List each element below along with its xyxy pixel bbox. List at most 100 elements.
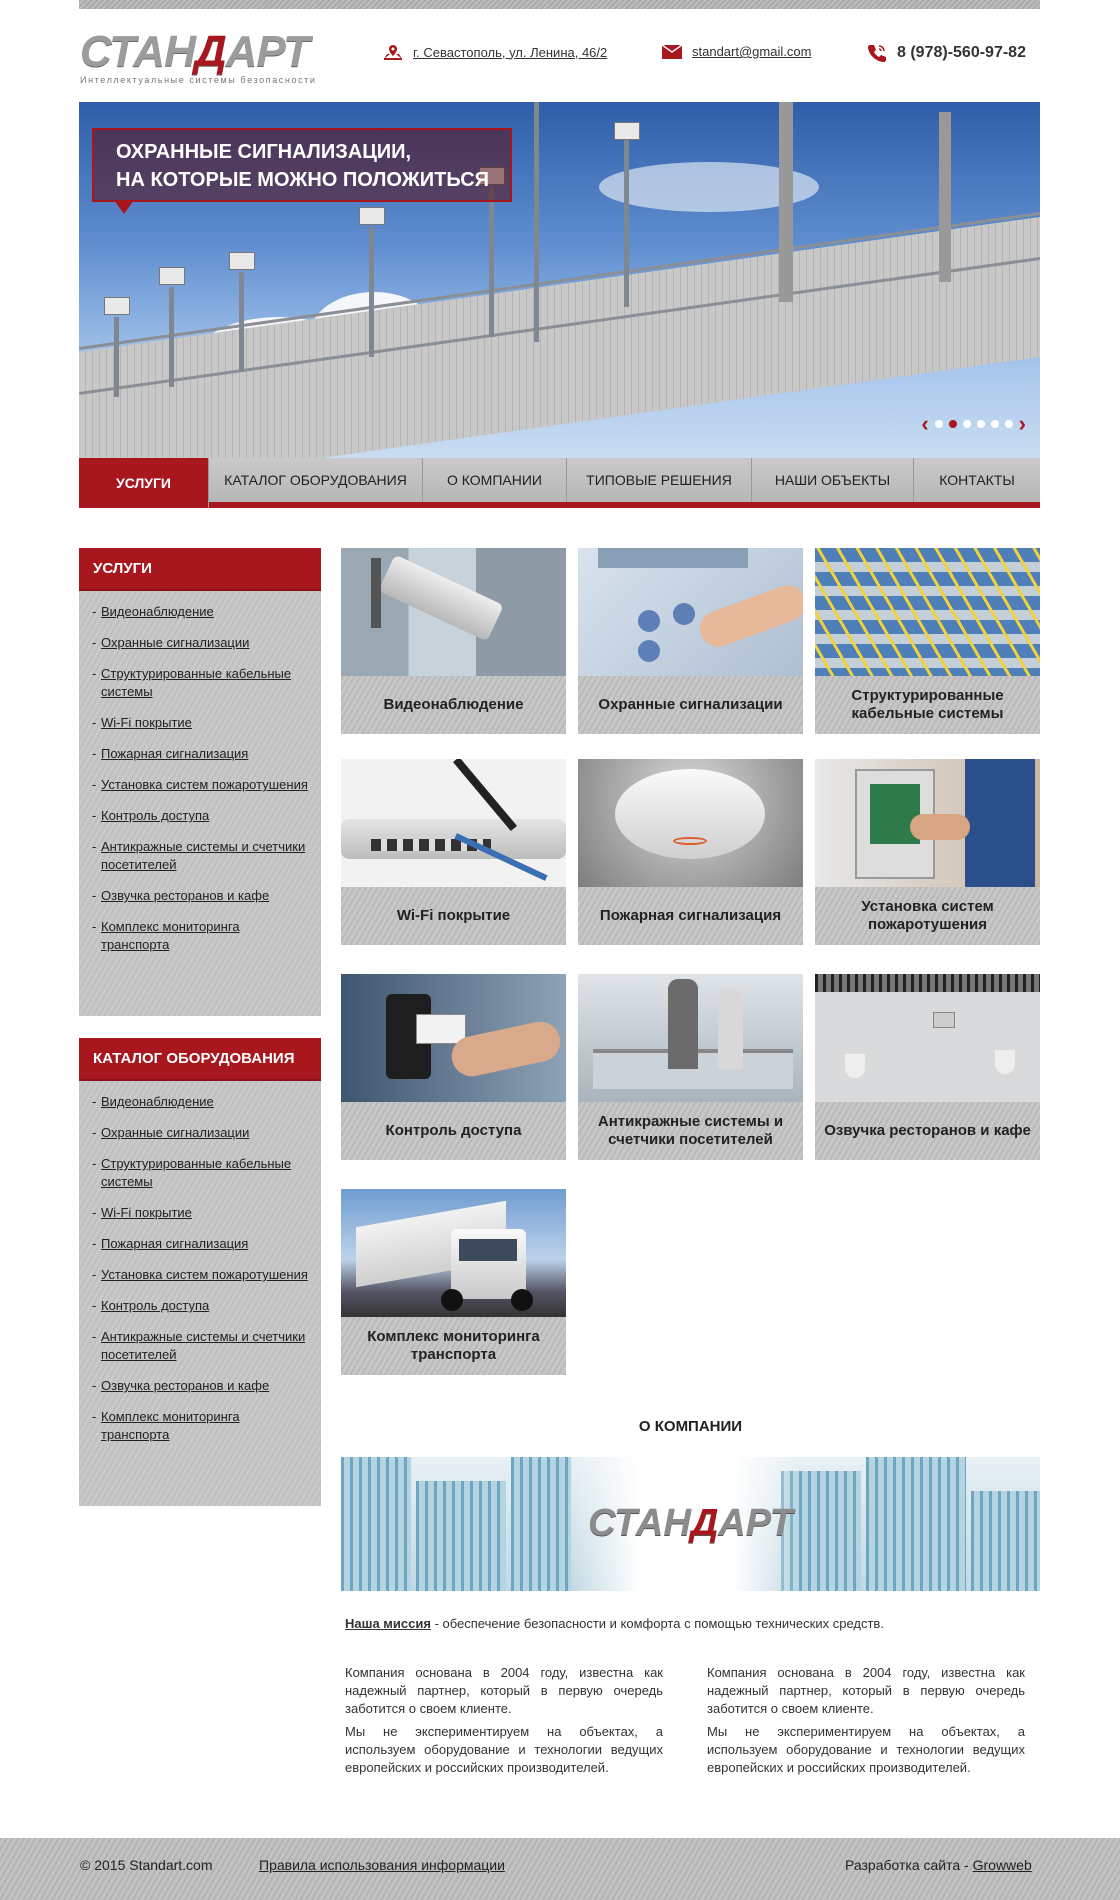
truck-image	[341, 1189, 566, 1317]
mission-text: - обеспечение безопасности и комфорта с …	[430, 1616, 884, 1631]
service-tile-transport[interactable]: Комплекс мониторинга транспорта	[341, 1189, 566, 1375]
sidebar-link[interactable]: Пожарная сигнализация	[101, 1236, 248, 1251]
footer-dev-link[interactable]: Growweb	[973, 1857, 1032, 1873]
hero-pole	[939, 112, 951, 282]
about-paragraph: Мы не экспериментируем на объектах, а ис…	[345, 1724, 663, 1775]
sidebar-item: Охранные сигнализации	[92, 1124, 311, 1142]
hero-caption-line1: ОХРАННЫЕ СИГНАЛИЗАЦИИ,	[116, 141, 412, 163]
sidebar-link[interactable]: Озвучка ресторанов и кафе	[101, 1378, 269, 1393]
hero-pole	[239, 272, 244, 372]
nav-item-catalog[interactable]: КАТАЛОГ ОБОРУДОВАНИЯ	[209, 458, 423, 502]
nav-item-objects[interactable]: НАШИ ОБЪЕКТЫ	[752, 458, 914, 502]
ceiling-speaker-image	[815, 974, 1040, 1102]
tile-caption: Озвучка ресторанов и кафе	[824, 1122, 1031, 1139]
sidebar-link[interactable]: Охранные сигнализации	[101, 635, 249, 650]
technician-image	[815, 759, 1040, 887]
sidebar-link[interactable]: Установка систем пожаротушения	[101, 777, 308, 792]
chevron-left-icon[interactable]: ‹	[921, 413, 928, 435]
nav-item-services[interactable]: УСЛУГИ	[79, 458, 209, 508]
about-title: О КОМПАНИИ	[638, 1418, 743, 1435]
logo[interactable]: СТАНДАРТ Интеллектуальные системы безопа…	[80, 30, 320, 86]
slider-dot[interactable]	[976, 420, 985, 428]
hero-pole	[169, 287, 174, 387]
hero-pole	[114, 317, 119, 397]
map-pin-icon	[383, 44, 403, 60]
tile-caption: Комплекс мониторинга транспорта	[367, 1328, 540, 1363]
footer-dev-label: Разработка сайта -	[845, 1857, 973, 1873]
sidebar-services-title: УСЛУГИ	[79, 548, 321, 591]
sidebar-link[interactable]: Охранные сигнализации	[101, 1125, 249, 1140]
about-paragraph: Мы не экспериментируем на объектах, а ис…	[707, 1724, 1025, 1775]
about-banner: СТАНДАРТ	[341, 1457, 1040, 1591]
hero-wall	[79, 216, 1040, 458]
sidebar-link[interactable]: Видеонаблюдение	[101, 604, 214, 619]
tile-caption: Структурированные кабельные системы	[851, 687, 1004, 722]
mission-label: Наша миссия	[345, 1616, 431, 1631]
email-link[interactable]: standart@gmail.com	[692, 44, 811, 59]
sidebar-link[interactable]: Установка систем пожаротушения	[101, 1267, 308, 1282]
service-tile-extinguishing[interactable]: Установка систем пожаротушения	[815, 759, 1040, 945]
hero-pole	[369, 227, 374, 357]
chevron-right-icon[interactable]: ›	[1019, 413, 1026, 435]
service-tile-antitheft[interactable]: Антикражные системы и счетчики посетител…	[578, 974, 803, 1160]
service-tile-wifi[interactable]: Wi-Fi покрытие	[341, 759, 566, 945]
sidebar-link[interactable]: Пожарная сигнализация	[101, 746, 248, 761]
slider-dot[interactable]	[934, 420, 943, 428]
phone-icon	[867, 43, 887, 63]
hero-caption-line2: НА КОТОРЫЕ МОЖНО ПОЛОЖИТЬСЯ	[116, 169, 490, 191]
phone-block: 8 (978)-560-97-82	[867, 43, 1026, 63]
tile-caption: Охранные сигнализации	[598, 696, 783, 713]
service-tile-restaurant-audio[interactable]: Озвучка ресторанов и кафе	[815, 974, 1040, 1160]
main-nav: УСЛУГИ КАТАЛОГ ОБОРУДОВАНИЯ О КОМПАНИИ Т…	[79, 458, 1040, 508]
slider-dot[interactable]	[990, 420, 999, 428]
about-column-right: Компания основана в 2004 году, известна …	[707, 1664, 1025, 1782]
sidebar-link[interactable]: Структурированные кабельные системы	[101, 1156, 291, 1189]
sidebar-item: Комплекс мониторинга транспорта	[92, 918, 311, 954]
sidebar-link[interactable]: Wi-Fi покрытие	[101, 1205, 192, 1220]
service-tile-alarm[interactable]: Охранные сигнализации	[578, 548, 803, 734]
sidebar-link[interactable]: Комплекс мониторинга транспорта	[101, 1409, 240, 1442]
nav-item-contacts[interactable]: КОНТАКТЫ	[914, 458, 1040, 502]
hero-pole	[779, 102, 793, 302]
footer-rules-link[interactable]: Правила использования информации	[259, 1857, 505, 1873]
sidebar-link[interactable]: Антикражные системы и счетчики посетител…	[101, 839, 305, 872]
sidebar-item: Структурированные кабельные системы	[92, 1155, 311, 1191]
service-tile-cabling[interactable]: Структурированные кабельные системы	[815, 548, 1040, 734]
sidebar-link[interactable]: Wi-Fi покрытие	[101, 715, 192, 730]
nav-item-solutions[interactable]: ТИПОВЫЕ РЕШЕНИЯ	[567, 458, 752, 502]
cctv-camera-image	[341, 548, 566, 676]
footer-copyright: © 2015 Standart.com	[80, 1857, 213, 1873]
sidebar-item: Озвучка ресторанов и кафе	[92, 887, 311, 905]
tile-caption: Антикражные системы и счетчики посетител…	[597, 1113, 784, 1148]
top-strip	[79, 0, 1040, 9]
sidebar-link[interactable]: Контроль доступа	[101, 808, 209, 823]
hero-pole	[489, 187, 494, 337]
sidebar-item: Структурированные кабельные системы	[92, 665, 311, 701]
service-tile-video[interactable]: Видеонаблюдение	[341, 548, 566, 734]
sidebar-link[interactable]: Контроль доступа	[101, 1298, 209, 1313]
service-tile-access[interactable]: Контроль доступа	[341, 974, 566, 1160]
smoke-detector-image	[578, 759, 803, 887]
slider-dot[interactable]	[962, 420, 971, 428]
slider-dot-active[interactable]	[948, 420, 957, 428]
envelope-icon	[662, 44, 682, 59]
slider-dot[interactable]	[1004, 420, 1013, 428]
tile-caption: Установка систем пожаротушения	[861, 898, 994, 933]
patch-panel-image	[815, 548, 1040, 676]
sidebar-link[interactable]: Комплекс мониторинга транспорта	[101, 919, 240, 952]
sidebar-link[interactable]: Озвучка ресторанов и кафе	[101, 888, 269, 903]
sidebar-link[interactable]: Структурированные кабельные системы	[101, 666, 291, 699]
sidebar-link[interactable]: Видеонаблюдение	[101, 1094, 214, 1109]
hero-pole	[534, 102, 539, 342]
sidebar-item: Установка систем пожаротушения	[92, 1266, 311, 1284]
sidebar-link[interactable]: Антикражные системы и счетчики посетител…	[101, 1329, 305, 1362]
nav-item-about[interactable]: О КОМПАНИИ	[423, 458, 567, 502]
sidebar-item: Антикражные системы и счетчики посетител…	[92, 838, 311, 874]
address-link[interactable]: г. Севастополь, ул. Ленина, 46/2	[413, 45, 607, 60]
phone-number[interactable]: 8 (978)-560-97-82	[897, 44, 1026, 62]
banner-logo: СТАНДАРТ	[588, 1502, 793, 1544]
service-tile-fire-alarm[interactable]: Пожарная сигнализация	[578, 759, 803, 945]
logo-tagline: Интеллектуальные системы безопасности	[80, 75, 317, 85]
alarm-keypad-image	[578, 548, 803, 676]
about-paragraph: Компания основана в 2004 году, известна …	[345, 1665, 663, 1716]
